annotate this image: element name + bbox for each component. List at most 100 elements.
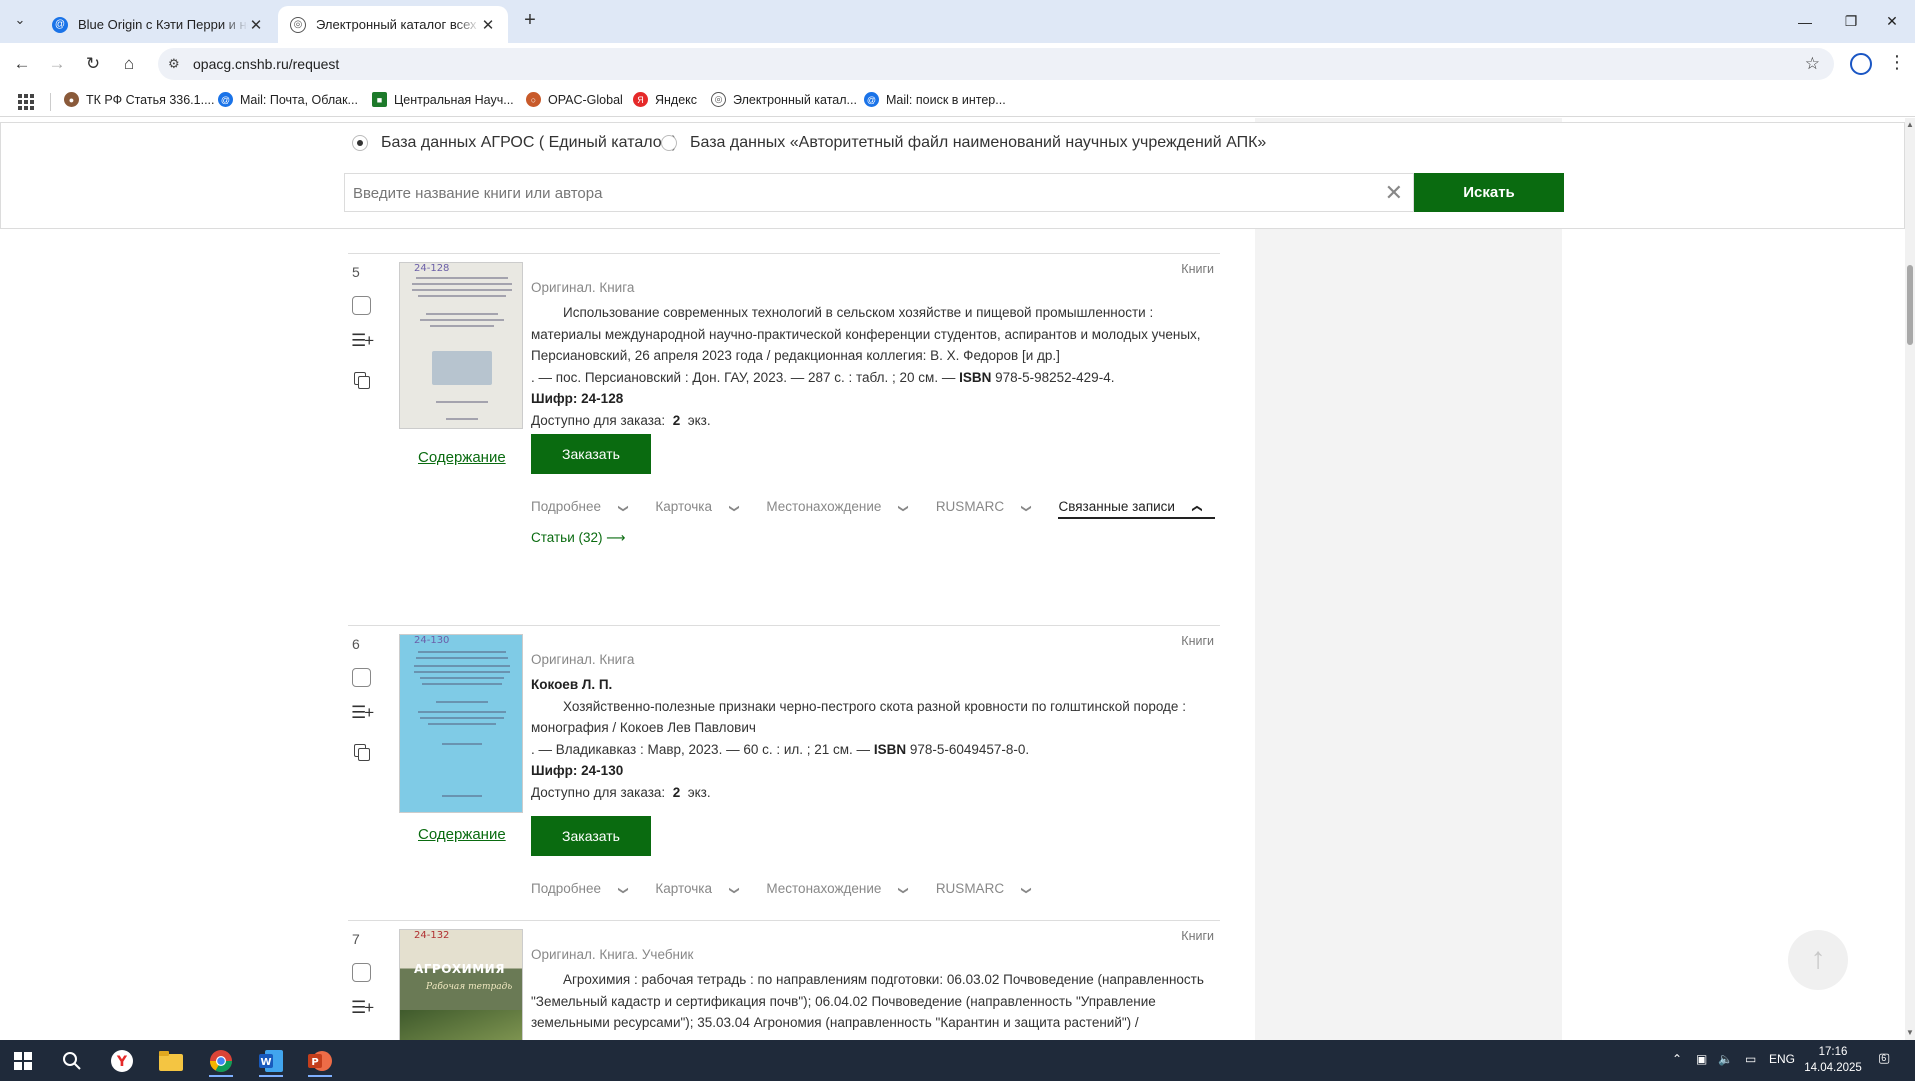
word-icon[interactable]: W <box>251 1044 291 1077</box>
radio-unselected-icon[interactable] <box>661 135 677 151</box>
profile-avatar-icon[interactable] <box>1850 53 1872 75</box>
scrollbar-thumb[interactable] <box>1907 265 1913 345</box>
bookmark-mail-pochta[interactable]: @ Mail: Почта, Облак... <box>218 92 358 107</box>
bookmark-yandex[interactable]: Я Яндекс <box>633 92 697 107</box>
address-bar[interactable]: ⚙ opacg.cnshb.ru/request ☆ <box>158 48 1834 80</box>
tray-chevron-up-icon[interactable]: ⌃ <box>1672 1052 1682 1066</box>
tray-device-icon[interactable]: ▣ <box>1696 1052 1707 1066</box>
record-title-cont: "Земельный кадастр и сертификация почв")… <box>531 993 1156 1009</box>
opac-logo-icon: ○ <box>526 92 541 107</box>
svg-text:P: P <box>311 1057 318 1068</box>
record-number: 7 <box>352 931 360 947</box>
globe-icon: ◎ <box>290 16 306 33</box>
contents-link[interactable]: Содержание <box>418 826 506 843</box>
record-checkbox[interactable] <box>352 668 371 687</box>
yandex-browser-icon[interactable]: Y <box>102 1044 142 1077</box>
tab-location[interactable]: Местонахождение ❯ <box>766 881 921 896</box>
search-input[interactable] <box>353 182 1353 204</box>
record-number: 6 <box>352 636 360 652</box>
tab-details[interactable]: Подробнее ❯ <box>531 881 641 896</box>
add-to-list-icon[interactable]: ☰+ <box>351 703 374 723</box>
bookmark-opac-global[interactable]: ○ OPAC-Global <box>526 92 623 107</box>
taskbar-clock[interactable]: 17:16 14.04.2025 <box>1793 1044 1873 1076</box>
bookmark-mail-search[interactable]: @ Mail: поиск в интер... <box>864 92 1006 107</box>
forward-arrow-icon[interactable]: → <box>43 50 71 78</box>
bookmark-electronic-catalog[interactable]: ◎ Электронный катал... <box>711 92 857 107</box>
tab-card[interactable]: Карточка ❯ <box>655 499 752 519</box>
file-explorer-icon[interactable] <box>151 1044 191 1077</box>
db-option-authority-file[interactable]: База данных «Авторитетный файл наименова… <box>661 134 1266 152</box>
record-checkbox[interactable] <box>352 296 371 315</box>
network-icon[interactable]: ▭ <box>1745 1052 1756 1066</box>
book-cover-image[interactable]: 24-128 <box>399 262 523 429</box>
home-icon[interactable]: ⌂ <box>115 50 143 78</box>
powerpoint-icon[interactable]: P <box>300 1044 340 1077</box>
browser-menu-icon[interactable]: ⋮ <box>1888 52 1906 73</box>
radio-selected-icon[interactable] <box>352 135 368 151</box>
tab-rusmarc[interactable]: RUSMARC ❯ <box>936 881 1045 896</box>
apps-grid-icon[interactable] <box>18 94 34 110</box>
minimize-icon[interactable]: — <box>1782 0 1828 43</box>
scroll-up-icon[interactable]: ▲ <box>1906 120 1914 129</box>
clear-search-icon[interactable]: ✕ <box>1385 180 1403 206</box>
chevron-down-icon: ❯ <box>898 886 910 895</box>
tab-related-records[interactable]: Связанные записи ❯ <box>1058 499 1216 519</box>
record-tabs: Подробнее ❯ Карточка ❯ Местонахождение ❯ RU… <box>531 881 1058 896</box>
search-icon[interactable] <box>52 1044 92 1077</box>
language-indicator[interactable]: ENG <box>1769 1052 1795 1066</box>
volume-icon[interactable]: 🔈 <box>1718 1052 1733 1066</box>
chrome-icon[interactable] <box>201 1044 241 1077</box>
add-to-list-icon[interactable]: ☰+ <box>351 998 374 1018</box>
tab-rusmarc[interactable]: RUSMARC ❯ <box>936 499 1045 519</box>
close-window-icon[interactable]: ✕ <box>1869 0 1915 43</box>
book-cover-image[interactable]: 24-132 АГРОХИМИЯ Рабочая тетрадь <box>399 929 523 1040</box>
related-articles-link[interactable]: Статьи (32) ⟶ <box>531 530 626 546</box>
back-arrow-icon[interactable]: ← <box>8 50 36 78</box>
record-availability: Доступно для заказа: 2 экз. <box>531 784 711 800</box>
bookmark-label: ТК РФ Статья 336.1.... <box>86 92 215 107</box>
restore-icon[interactable]: ❐ <box>1828 0 1874 43</box>
scroll-to-top-button[interactable]: ↑ <box>1788 930 1848 990</box>
bookmark-tk-rf[interactable]: ● ТК РФ Статья 336.1.... <box>64 92 215 107</box>
bookmark-label: Электронный катал... <box>733 92 857 107</box>
windows-start-icon[interactable] <box>3 1044 43 1077</box>
record-checkbox[interactable] <box>352 963 371 982</box>
scroll-down-icon[interactable]: ▼ <box>1906 1028 1914 1037</box>
record-title: Использование современных технологий в с… <box>563 305 1154 320</box>
bookmark-label: Центральная Науч... <box>394 92 514 107</box>
browser-tab-catalog[interactable]: ◎ Электронный каталог всех вид ✕ <box>278 6 508 43</box>
browser-toolbar: ← → ↻ ⌂ ⚙ opacg.cnshb.ru/request ☆ ⋮ <box>0 43 1915 85</box>
result-record: 7 ☰+ 24-132 АГРОХИМИЯ Рабочая тетрадь Кн… <box>348 920 1220 1040</box>
tab-details[interactable]: Подробнее ❯ <box>531 499 641 519</box>
bookmark-cnshb[interactable]: ■ Центральная Науч... <box>372 92 514 107</box>
notifications-icon[interactable]: ▢6 <box>1878 1050 1895 1066</box>
bookmark-star-icon[interactable]: ☆ <box>1805 54 1820 74</box>
browser-tab-blue-origin[interactable]: @ Blue Origin с Кэти Перри и нев ✕ <box>40 6 276 43</box>
tab-title: Blue Origin с Кэти Перри и нев <box>78 17 248 32</box>
close-tab-icon[interactable]: ✕ <box>248 16 264 34</box>
bookmark-label: Яндекс <box>655 92 698 107</box>
tab-card[interactable]: Карточка ❯ <box>655 881 752 896</box>
mail-icon: @ <box>864 92 879 107</box>
contents-link[interactable]: Содержание <box>418 449 506 466</box>
new-tab-plus-icon[interactable]: + <box>518 9 542 33</box>
bookmark-label: Mail: поиск в интер... <box>886 92 1006 107</box>
chevron-down-icon: ❯ <box>728 886 740 895</box>
tab-search-chevron-icon[interactable]: ⌄ <box>8 8 32 32</box>
record-tabs: Подробнее ❯ Карточка ❯ Местонахождение ❯ RU… <box>531 499 1229 519</box>
order-button[interactable]: Заказать <box>531 434 651 474</box>
page-scrollbar[interactable]: ▲ ▼ <box>1905 118 1915 1040</box>
copy-icon[interactable] <box>354 372 370 389</box>
reload-icon[interactable]: ↻ <box>79 50 107 78</box>
add-to-list-icon[interactable]: ☰+ <box>351 331 374 351</box>
record-title-cont: монография / Кокоев Лев Павлович <box>531 720 756 735</box>
db-option-agros[interactable]: База данных АГРОС ( Единый каталог ) <box>352 134 677 152</box>
order-button[interactable]: Заказать <box>531 816 651 856</box>
search-button[interactable]: Искать <box>1414 173 1564 212</box>
copy-icon[interactable] <box>354 744 370 761</box>
cover-shelf-tag: 24-128 <box>414 263 450 274</box>
book-cover-image[interactable]: 24-130 <box>399 634 523 813</box>
site-info-icon[interactable]: ⚙ <box>168 56 184 72</box>
tab-location[interactable]: Местонахождение ❯ <box>766 499 921 519</box>
close-tab-icon[interactable]: ✕ <box>480 16 496 34</box>
